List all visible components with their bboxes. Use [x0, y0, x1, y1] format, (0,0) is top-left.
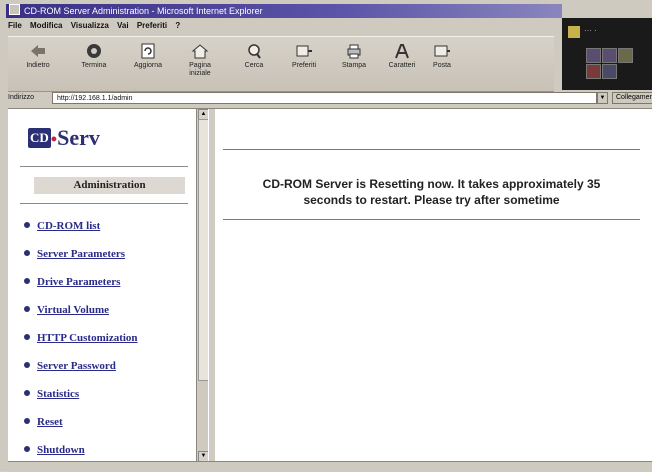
status-message: CD-ROM Server is Resetting now. It takes…: [229, 176, 634, 208]
menu-help[interactable]: ?: [175, 21, 180, 30]
mail-button[interactable]: Posta: [422, 43, 462, 70]
menu-go[interactable]: Vai: [117, 21, 129, 30]
bullet-icon: [24, 222, 30, 228]
favorites-icon: [295, 43, 313, 59]
menu-bar: File Modifica Visualizza Vai Preferiti ?: [8, 20, 186, 32]
nav-link-shutdown[interactable]: Shutdown: [24, 444, 85, 456]
bullet-icon: [24, 334, 30, 340]
nav-link-cdrom-list[interactable]: CD-ROM list: [24, 220, 100, 232]
stop-button[interactable]: Termina: [74, 43, 114, 70]
menu-favorites[interactable]: Preferiti: [137, 21, 167, 30]
bullet-icon: [24, 306, 30, 312]
title-bar: CD-ROM Server Administration - Microsoft…: [6, 4, 562, 18]
refresh-icon: [139, 43, 157, 59]
status-message-line-1: CD-ROM Server is Resetting now. It takes…: [262, 177, 601, 191]
divider: [20, 203, 188, 204]
search-button[interactable]: Cerca: [234, 43, 274, 70]
browser-window: CD-ROM Server Administration - Microsoft…: [0, 0, 652, 472]
address-bar: Indirizzo http://192.168.1.1/admin ▼ Col…: [8, 92, 652, 106]
browser-logo-icon: [568, 26, 580, 38]
font-icon: [393, 43, 411, 59]
app-icon: [9, 4, 20, 15]
bullet-icon: [24, 446, 30, 452]
throbber-tile: [602, 64, 617, 79]
divider: [223, 219, 640, 220]
favorites-button[interactable]: Preferiti: [284, 43, 324, 70]
page-content: CD •Serv Administration CD-ROM list Serve…: [8, 108, 652, 462]
home-button[interactable]: Pagina iniziale: [180, 43, 220, 78]
throbber-dots: ··· ·: [584, 26, 597, 35]
menu-file[interactable]: File: [8, 21, 22, 30]
links-button[interactable]: Collegamenti: [612, 92, 652, 104]
menu-edit[interactable]: Modifica: [30, 21, 62, 30]
print-icon: [345, 43, 363, 59]
throbber-tile: [602, 48, 617, 63]
throbber-panel: ··· ·: [562, 18, 652, 90]
bullet-icon: [24, 362, 30, 368]
divider: [223, 149, 640, 150]
font-button[interactable]: Caratteri: [382, 43, 422, 70]
throbber-tile: [586, 48, 601, 63]
nav-link-drive-parameters[interactable]: Drive Parameters: [24, 276, 120, 288]
main-frame: CD-ROM Server is Resetting now. It takes…: [215, 109, 652, 462]
navigation-frame: CD •Serv Administration CD-ROM list Serve…: [8, 109, 196, 462]
nav-link-http-customization[interactable]: HTTP Customization: [24, 332, 138, 344]
nav-link-virtual-volume[interactable]: Virtual Volume: [24, 304, 109, 316]
window-title: CD-ROM Server Administration - Microsoft…: [24, 6, 263, 16]
bullet-icon: [24, 390, 30, 396]
print-button[interactable]: Stampa: [334, 43, 374, 70]
stop-icon: [85, 43, 103, 59]
bullet-icon: [24, 278, 30, 284]
throbber-tile: [618, 48, 633, 63]
home-icon: [191, 43, 209, 59]
status-message-line-2: seconds to restart. Please try after som…: [303, 193, 560, 207]
back-arrow-icon: [29, 43, 47, 59]
refresh-button[interactable]: Aggiorna: [128, 43, 168, 70]
status-bar: [8, 461, 652, 472]
search-icon: [245, 43, 263, 59]
back-button[interactable]: Indietro: [18, 43, 58, 70]
mail-icon: [433, 43, 451, 59]
bullet-icon: [24, 250, 30, 256]
cdserv-logo: CD •Serv: [28, 125, 100, 150]
toolbar: Indietro Termina Aggiorna Pagina inizial…: [8, 36, 554, 92]
divider: [20, 166, 188, 167]
address-input[interactable]: http://192.168.1.1/admin: [52, 92, 597, 104]
throbber-tile: [586, 64, 601, 79]
address-dropdown-button[interactable]: ▼: [597, 92, 608, 104]
nav-link-server-password[interactable]: Server Password: [24, 360, 116, 372]
nav-link-reset[interactable]: Reset: [24, 416, 63, 428]
address-label: Indirizzo: [8, 94, 35, 101]
bullet-icon: [24, 418, 30, 424]
nav-link-server-parameters[interactable]: Server Parameters: [24, 248, 125, 260]
chevron-down-icon: ▼: [599, 95, 606, 101]
menu-view[interactable]: Visualizza: [71, 21, 109, 30]
nav-link-statistics[interactable]: Statistics: [24, 388, 79, 400]
section-heading: Administration: [34, 177, 185, 194]
